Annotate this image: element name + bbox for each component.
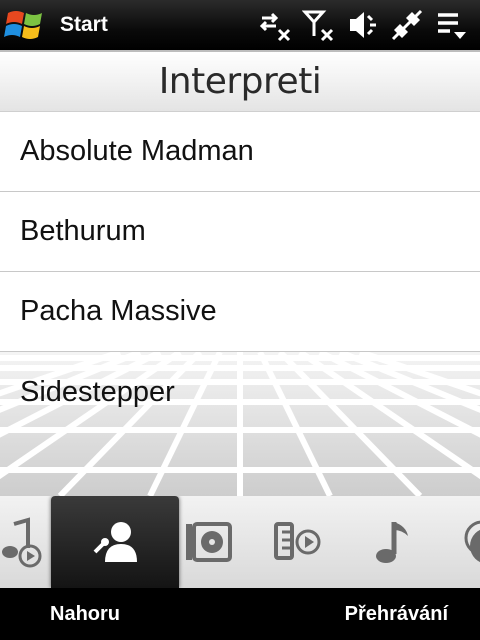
- softkey-bar: Nahoru Přehrávání: [0, 588, 480, 640]
- artist-name: Absolute Madman: [20, 135, 254, 167]
- tab-playlists[interactable]: [250, 496, 346, 588]
- tab-albums[interactable]: [160, 496, 256, 588]
- genres-icon: [464, 520, 480, 563]
- artist-list: Absolute Madman Bethurum Pacha Massive S…: [0, 112, 480, 432]
- artist-name: Pacha Massive: [20, 295, 217, 327]
- start-button[interactable]: Start: [0, 0, 108, 50]
- playlists-icon: [274, 522, 321, 560]
- signal-off-icon[interactable]: [300, 6, 338, 44]
- list-item[interactable]: Sidestepper: [0, 352, 480, 432]
- list-item[interactable]: Bethurum: [0, 192, 480, 272]
- list-item[interactable]: Absolute Madman: [0, 112, 480, 192]
- menu-dropdown-icon[interactable]: [432, 6, 470, 44]
- start-label: Start: [60, 13, 108, 36]
- data-sync-off-icon[interactable]: [256, 6, 294, 44]
- status-bar: Start: [0, 0, 480, 50]
- artist-name: Bethurum: [20, 215, 146, 247]
- songs-icon: [376, 522, 408, 563]
- page-header: Interpreti: [0, 50, 480, 112]
- albums-icon: [186, 522, 232, 562]
- softkey-right-button[interactable]: Přehrávání: [345, 603, 448, 626]
- speaker-muted-icon[interactable]: [344, 6, 382, 44]
- windows-logo-icon: [4, 11, 42, 39]
- no-connection-icon[interactable]: [388, 6, 426, 44]
- page-title: Interpreti: [158, 61, 322, 102]
- softkey-left-button[interactable]: Nahoru: [50, 603, 120, 626]
- tab-genres[interactable]: [440, 496, 480, 588]
- status-icons: [256, 6, 480, 44]
- list-item[interactable]: Pacha Massive: [0, 272, 480, 352]
- artists-icon: [93, 522, 137, 562]
- artist-list-panel: Absolute Madman Bethurum Pacha Massive S…: [0, 112, 480, 496]
- artist-name: Sidestepper: [20, 375, 175, 408]
- music-tab-bar: [0, 496, 480, 588]
- tab-songs[interactable]: [344, 496, 440, 588]
- now-playing-icon: [2, 517, 42, 568]
